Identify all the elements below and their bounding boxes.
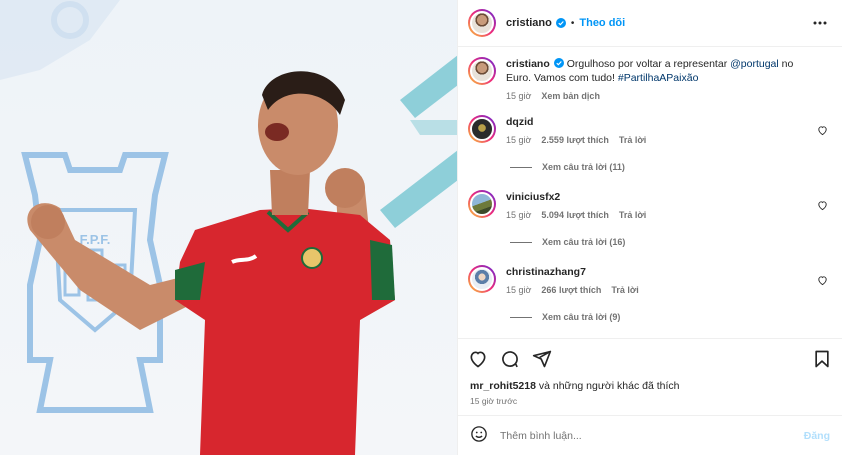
translate-button[interactable]: Xem bản dịch: [541, 91, 600, 101]
emoji-icon[interactable]: [470, 425, 488, 446]
hashtag-link[interactable]: #PartilhaAPaixão: [618, 72, 699, 84]
author-avatar[interactable]: [468, 9, 496, 37]
reply-button[interactable]: Trả lời: [619, 210, 646, 220]
post-comment-button[interactable]: Đăng: [804, 430, 830, 442]
separator-dot: •: [570, 17, 575, 29]
player-figure: [27, 71, 395, 455]
comment-input[interactable]: [500, 429, 804, 442]
view-replies-button[interactable]: Xem câu trả lời (9): [510, 312, 832, 322]
post-image[interactable]: F.P.F.: [0, 0, 458, 455]
comment-icon[interactable]: [500, 349, 520, 369]
comment-time: 15 giờ: [506, 135, 532, 145]
commenter-username[interactable]: viniciusfx2: [506, 191, 560, 203]
action-bar: [458, 338, 842, 378]
post-photo-illustration: F.P.F.: [0, 0, 457, 455]
comment-like-count[interactable]: 266 lượt thích: [541, 285, 601, 295]
verified-badge-icon: [555, 18, 566, 28]
view-replies-button[interactable]: Xem câu trả lời (11): [510, 162, 832, 172]
background-pattern: [0, 0, 120, 80]
comment-like-count[interactable]: 5.094 lượt thích: [541, 210, 608, 220]
view-replies-button[interactable]: Xem câu trả lời (16): [510, 237, 832, 247]
caption-username[interactable]: cristiano: [506, 58, 550, 70]
commenter-avatar[interactable]: [468, 265, 496, 293]
caption-avatar[interactable]: [468, 57, 496, 85]
comment-row: viniciusfx2 15 giờ 5.094 lượt thích Trả …: [468, 190, 832, 220]
commenter-avatar[interactable]: [468, 190, 496, 218]
likes-summary: mr_rohit5218 và những người khác đã thíc…: [458, 378, 842, 394]
post-timestamp: 15 giờ trước: [470, 396, 518, 406]
share-icon[interactable]: [532, 349, 552, 369]
comment-row: christinazhang7 15 giờ 266 lượt thích Tr…: [468, 265, 832, 295]
likes-rest-text[interactable]: và những người khác đã thích: [536, 380, 680, 392]
liked-by-username[interactable]: mr_rohit5218: [470, 380, 536, 392]
verified-badge-icon: [553, 58, 564, 68]
view-replies-label: Xem câu trả lời (16): [542, 237, 626, 247]
caption-row: cristiano Orgulhoso por voltar a represe…: [468, 57, 832, 101]
post-header: cristiano • Theo dõi: [458, 0, 842, 47]
more-options-icon[interactable]: [812, 15, 828, 31]
view-replies-label: Xem câu trả lời (9): [542, 312, 621, 322]
comment-composer: Đăng: [458, 415, 842, 455]
comment-like-count[interactable]: 2.559 lượt thích: [541, 135, 608, 145]
comments-list[interactable]: cristiano Orgulhoso por voltar a represe…: [458, 47, 842, 338]
commenter-avatar[interactable]: [468, 115, 496, 143]
comment-heart-icon[interactable]: [817, 275, 828, 286]
reply-button[interactable]: Trả lời: [611, 285, 638, 295]
crest-text: F.P.F.: [80, 232, 111, 247]
view-replies-label: Xem câu trả lời (11): [542, 162, 625, 172]
mention-link[interactable]: @portugal: [730, 58, 779, 70]
author-username[interactable]: cristiano: [506, 17, 552, 29]
comment-heart-icon[interactable]: [817, 125, 828, 136]
comment-row: dqzid 15 giờ 2.559 lượt thích Trả lời: [468, 115, 832, 145]
comment-time: 15 giờ: [506, 285, 532, 295]
commenter-username[interactable]: christinazhang7: [506, 266, 586, 278]
background-stripes: [380, 55, 457, 228]
heart-icon[interactable]: [468, 349, 488, 369]
caption-time: 15 giờ: [506, 91, 532, 101]
caption-text: cristiano Orgulhoso por voltar a represe…: [506, 57, 812, 85]
reply-button[interactable]: Trả lời: [619, 135, 646, 145]
comment-time: 15 giờ: [506, 210, 532, 220]
commenter-username[interactable]: dqzid: [506, 116, 533, 128]
bookmark-icon[interactable]: [812, 349, 832, 369]
comment-heart-icon[interactable]: [817, 200, 828, 211]
post-side-panel: cristiano • Theo dõi cristiano Orgulhoso…: [458, 0, 842, 455]
caption-body: Orgulhoso por voltar a representar: [566, 58, 731, 70]
follow-button[interactable]: Theo dõi: [579, 17, 625, 29]
